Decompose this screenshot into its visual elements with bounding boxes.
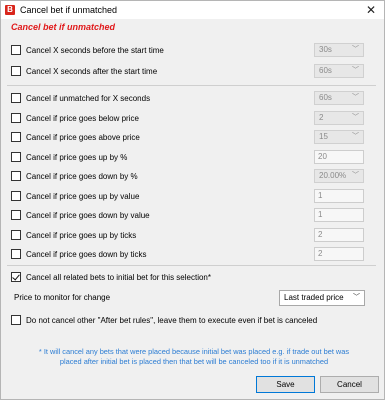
rule-checkbox[interactable] (11, 152, 21, 162)
select-value: 15 (319, 132, 328, 141)
rule-row-down-value[interactable]: Cancel if price goes down by value (11, 208, 150, 222)
chevron-down-icon: ﹀ (352, 114, 359, 121)
up-ticks-input[interactable]: 2 (314, 228, 364, 242)
unmatched-for-select[interactable]: 60s ﹀ (314, 91, 364, 105)
rule-row-below-price[interactable]: Cancel if price goes below price (11, 111, 139, 125)
save-button[interactable]: Save (256, 376, 315, 393)
rule-row-before-start[interactable]: Cancel X seconds before the start time (11, 43, 164, 57)
up-value-input[interactable]: 1 (314, 189, 364, 203)
down-value-input[interactable]: 1 (314, 208, 364, 222)
rule-checkbox[interactable] (11, 45, 21, 55)
after-bet-rules-row[interactable]: Do not cancel other "After bet rules", l… (11, 313, 317, 327)
rule-label: Cancel if price goes below price (26, 113, 139, 123)
chevron-down-icon: ﹀ (352, 67, 359, 74)
related-bets-checkbox[interactable] (11, 272, 21, 282)
note-line: * It will cancel any bets that were plac… (38, 347, 350, 356)
rule-row-down-ticks[interactable]: Cancel if price goes down by ticks (11, 247, 147, 261)
down-ticks-input[interactable]: 2 (314, 247, 364, 261)
rule-label: Cancel if price goes up by % (26, 152, 128, 162)
select-value: 30s (319, 45, 332, 54)
window-title: Cancel bet if unmatched (20, 5, 118, 15)
down-percent-select[interactable]: 20.00% ﹀ (314, 169, 364, 183)
select-value: 2 (319, 113, 324, 122)
rule-label: Cancel if price goes up by value (26, 191, 140, 201)
before-start-select[interactable]: 30s ﹀ (314, 43, 364, 57)
rule-label: Cancel if price goes above price (26, 132, 140, 142)
cancel-button[interactable]: Cancel (320, 376, 379, 393)
rule-checkbox[interactable] (11, 132, 21, 142)
rule-checkbox[interactable] (11, 210, 21, 220)
related-bets-note: * It will cancel any bets that were plac… (9, 347, 379, 367)
divider (7, 85, 376, 86)
note-line: placed after initial bet is placed then … (59, 357, 329, 366)
chevron-down-icon: ﹀ (352, 94, 359, 101)
select-value: 20.00% (319, 171, 347, 180)
chevron-down-icon: ﹀ (352, 133, 359, 140)
up-percent-input[interactable]: 20 (314, 150, 364, 164)
rule-row-unmatched-for[interactable]: Cancel if unmatched for X seconds (11, 91, 150, 105)
rule-label: Cancel if price goes down by ticks (26, 249, 147, 259)
rule-checkbox[interactable] (11, 249, 21, 259)
chevron-down-icon: ﹀ (352, 46, 359, 53)
divider (7, 265, 376, 266)
above-price-select[interactable]: 15 ﹀ (314, 130, 364, 144)
rule-row-up-value[interactable]: Cancel if price goes up by value (11, 189, 139, 203)
rule-row-after-start[interactable]: Cancel X seconds after the start time (11, 64, 157, 78)
rule-checkbox[interactable] (11, 93, 21, 103)
select-value: Last traded price (284, 293, 344, 302)
rule-label: Cancel if price goes up by ticks (26, 230, 137, 240)
after-bet-rules-checkbox[interactable] (11, 315, 21, 325)
select-value: 60s (319, 66, 332, 75)
rule-label: Cancel if price goes down by value (26, 210, 150, 220)
rule-label: Cancel if unmatched for X seconds (26, 93, 151, 103)
after-start-select[interactable]: 60s ﹀ (314, 64, 364, 78)
rule-checkbox[interactable] (11, 191, 21, 201)
rule-row-up-percent[interactable]: Cancel if price goes up by % (11, 150, 127, 164)
chevron-down-icon: ﹀ (353, 294, 360, 301)
rule-row-above-price[interactable]: Cancel if price goes above price (11, 130, 140, 144)
below-price-select[interactable]: 2 ﹀ (314, 111, 364, 125)
price-monitor-select[interactable]: Last traded price ﹀ (279, 290, 365, 306)
rule-label: Cancel X seconds after the start time (26, 66, 158, 76)
rule-label: Cancel X seconds before the start time (26, 45, 164, 55)
dialog-window: B Cancel bet if unmatched ✕ Cancel bet i… (0, 0, 385, 400)
rule-checkbox[interactable] (11, 171, 21, 181)
close-icon[interactable]: ✕ (364, 3, 378, 17)
rule-checkbox[interactable] (11, 66, 21, 76)
after-bet-rules-label: Do not cancel other "After bet rules", l… (26, 315, 318, 325)
related-bets-label: Cancel all related bets to initial bet f… (26, 272, 211, 282)
rule-row-down-percent[interactable]: Cancel if price goes down by % (11, 169, 138, 183)
chevron-down-icon: ﹀ (352, 172, 359, 179)
title-bar: B Cancel bet if unmatched ✕ (1, 1, 384, 19)
related-bets-row[interactable]: Cancel all related bets to initial bet f… (11, 270, 211, 284)
section-header: Cancel bet if unmatched (11, 22, 116, 32)
price-monitor-label: Price to monitor for change (14, 293, 111, 302)
select-value: 60s (319, 93, 332, 102)
rule-label: Cancel if price goes down by % (26, 171, 138, 181)
rule-row-up-ticks[interactable]: Cancel if price goes up by ticks (11, 228, 136, 242)
rule-checkbox[interactable] (11, 230, 21, 240)
app-logo-icon: B (5, 5, 15, 15)
rule-checkbox[interactable] (11, 113, 21, 123)
